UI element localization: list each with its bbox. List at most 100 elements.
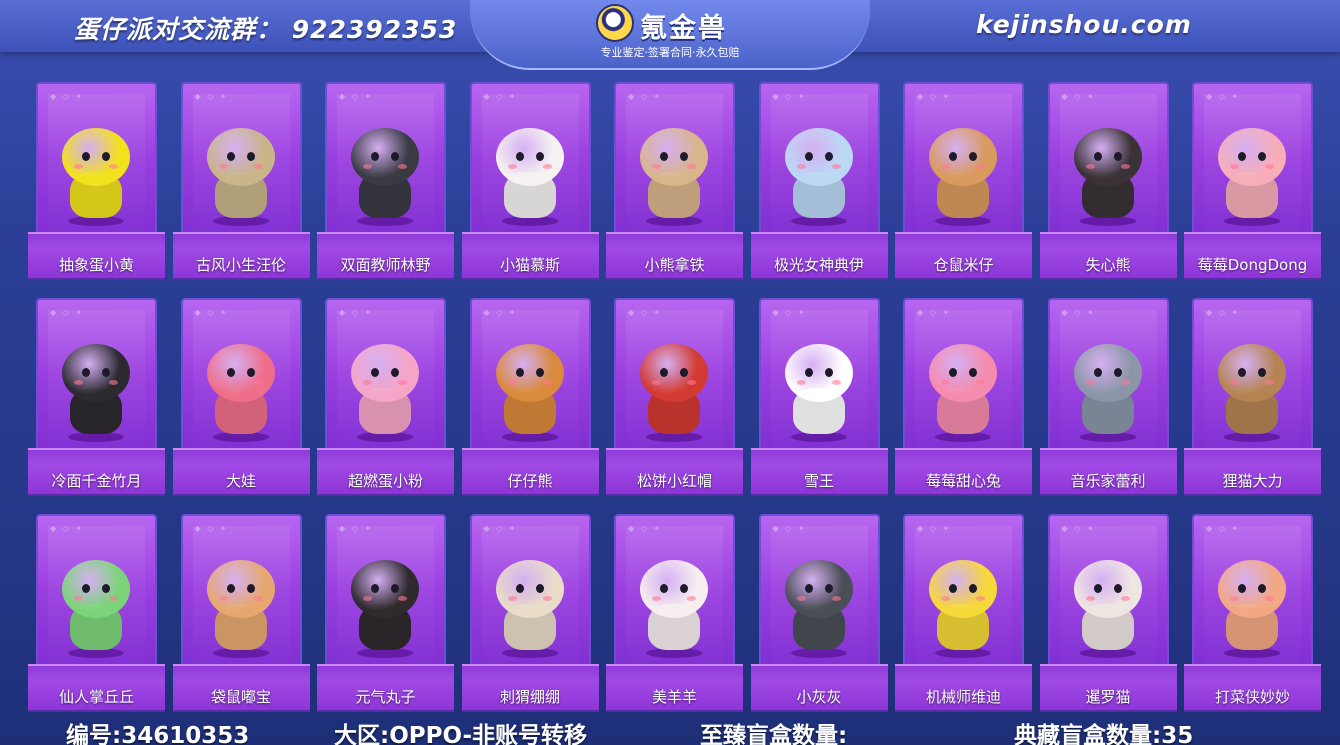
site-url[interactable]: kejinshou.com xyxy=(976,10,1192,39)
skin-card[interactable]: 小猫慕斯 xyxy=(461,82,599,280)
skin-figure xyxy=(46,336,146,446)
skin-card[interactable]: 仙人掌丘丘 xyxy=(28,514,165,712)
figure-blush xyxy=(109,164,118,169)
figure-head xyxy=(929,128,997,186)
skin-card[interactable]: 大娃 xyxy=(172,298,310,496)
figure-head xyxy=(206,560,275,618)
skin-figure xyxy=(480,336,580,446)
figure-eye xyxy=(680,584,688,593)
figure-eye xyxy=(391,368,399,377)
figure-eye xyxy=(969,584,977,593)
figure-blush xyxy=(74,380,83,385)
brand-logo[interactable]: 氪金兽 xyxy=(596,4,756,44)
figure-blush xyxy=(253,596,263,601)
skin-figure xyxy=(1058,336,1158,446)
skin-figure xyxy=(913,336,1013,446)
skin-figure xyxy=(335,120,435,230)
skin-card[interactable]: 狸猫大力 xyxy=(1184,298,1321,496)
skin-card[interactable]: 小熊拿铁 xyxy=(606,82,743,280)
skin-figure xyxy=(191,120,291,230)
figure-blush xyxy=(363,164,372,169)
supreme-box-count: 至臻盲盒数量: xyxy=(700,723,848,745)
figure-blush xyxy=(1120,164,1130,169)
skin-card[interactable]: 冷面千金竹月 xyxy=(28,298,165,496)
skin-card[interactable]: 仔仔熊 xyxy=(461,298,599,496)
figure-blush xyxy=(1265,164,1274,169)
figure-eye xyxy=(1258,368,1266,377)
figure-head xyxy=(351,344,419,402)
skin-figure xyxy=(191,336,291,446)
skin-card[interactable]: 雪王 xyxy=(750,298,888,496)
skin-card[interactable]: 莓莓甜心兔 xyxy=(895,298,1032,496)
skin-card[interactable]: 暹罗猫 xyxy=(1039,514,1177,712)
figure-blush xyxy=(687,164,696,169)
skin-figure xyxy=(624,336,724,446)
skin-figure xyxy=(1202,336,1302,446)
figure-eye xyxy=(1238,368,1246,377)
skin-name: 莓莓DongDong xyxy=(1197,256,1308,274)
account-info-footer: 编号:34610353 大区:OPPO-非账号转移 至臻盲盒数量: 典藏盲盒数量… xyxy=(0,714,1340,745)
figure-eye xyxy=(1238,584,1246,593)
skin-figure xyxy=(335,336,435,446)
figure-eye xyxy=(1093,368,1102,377)
skin-card[interactable]: 机械师维迪 xyxy=(895,514,1032,712)
figure-blush xyxy=(507,380,517,385)
skin-card[interactable]: 双面教师林野 xyxy=(317,82,454,280)
figure-blush xyxy=(831,164,841,169)
skin-card[interactable]: 极光女神典伊 xyxy=(750,82,888,280)
skin-card[interactable]: 美羊羊 xyxy=(606,514,743,712)
figure-eye xyxy=(371,152,379,161)
figure-head xyxy=(784,560,853,618)
figure-head xyxy=(495,128,564,186)
figure-eye xyxy=(1113,368,1122,377)
skin-name: 小熊拿铁 xyxy=(644,256,705,274)
figure-blush xyxy=(941,596,950,601)
figure-eye xyxy=(804,152,813,161)
skin-name: 冷面千金竹月 xyxy=(51,472,142,490)
skin-card[interactable]: 松饼小红帽 xyxy=(606,298,743,496)
figure-blush xyxy=(542,164,552,169)
figure-head xyxy=(206,128,275,186)
figure-head xyxy=(1073,344,1142,402)
figure-eye xyxy=(535,368,544,377)
skin-card[interactable]: 抽象蛋小黄 xyxy=(28,82,165,280)
figure-eye xyxy=(246,368,255,377)
skin-card[interactable]: 仓鼠米仔 xyxy=(895,82,1032,280)
skin-name: 仔仔熊 xyxy=(507,472,553,490)
skin-figure xyxy=(769,552,869,662)
skin-card[interactable]: 小灰灰 xyxy=(750,514,888,712)
skin-name: 仙人掌丘丘 xyxy=(58,688,134,706)
skin-card[interactable]: 刺猬绷绷 xyxy=(461,514,599,712)
figure-blush xyxy=(253,164,263,169)
skin-card[interactable]: 失心熊 xyxy=(1039,82,1177,280)
figure-blush xyxy=(941,164,950,169)
figure-blush xyxy=(976,164,985,169)
skin-card[interactable]: 打菜侠妙妙 xyxy=(1184,514,1321,712)
figure-eye xyxy=(1258,152,1266,161)
figure-blush xyxy=(507,164,517,169)
skin-name: 莓莓甜心兔 xyxy=(925,472,1001,490)
figure-blush xyxy=(1265,596,1274,601)
skin-figure xyxy=(335,552,435,662)
logo-text: 氪金兽 xyxy=(640,13,727,44)
figure-blush xyxy=(1120,596,1130,601)
skin-card[interactable]: 超燃蛋小粉 xyxy=(317,298,454,496)
skin-name: 机械师维迪 xyxy=(925,688,1001,706)
skin-card[interactable]: 莓莓DongDong xyxy=(1184,82,1321,280)
figure-head xyxy=(640,560,708,618)
figure-blush xyxy=(398,164,407,169)
skin-card[interactable]: 古风小生汪伦 xyxy=(172,82,310,280)
skin-card[interactable]: 袋鼠嘟宝 xyxy=(172,514,310,712)
figure-head xyxy=(495,344,564,402)
skin-figure xyxy=(1202,552,1302,662)
figure-eye xyxy=(391,152,399,161)
figure-head xyxy=(495,560,564,618)
skin-card[interactable]: 音乐家蕾利 xyxy=(1039,298,1177,496)
figure-blush xyxy=(652,596,661,601)
skin-card[interactable]: 元气丸子 xyxy=(317,514,454,712)
figure-head xyxy=(206,344,275,402)
figure-eye xyxy=(102,152,110,161)
skin-name: 音乐家蕾利 xyxy=(1070,472,1146,490)
figure-blush xyxy=(652,164,661,169)
skin-name: 暹罗猫 xyxy=(1085,688,1131,706)
